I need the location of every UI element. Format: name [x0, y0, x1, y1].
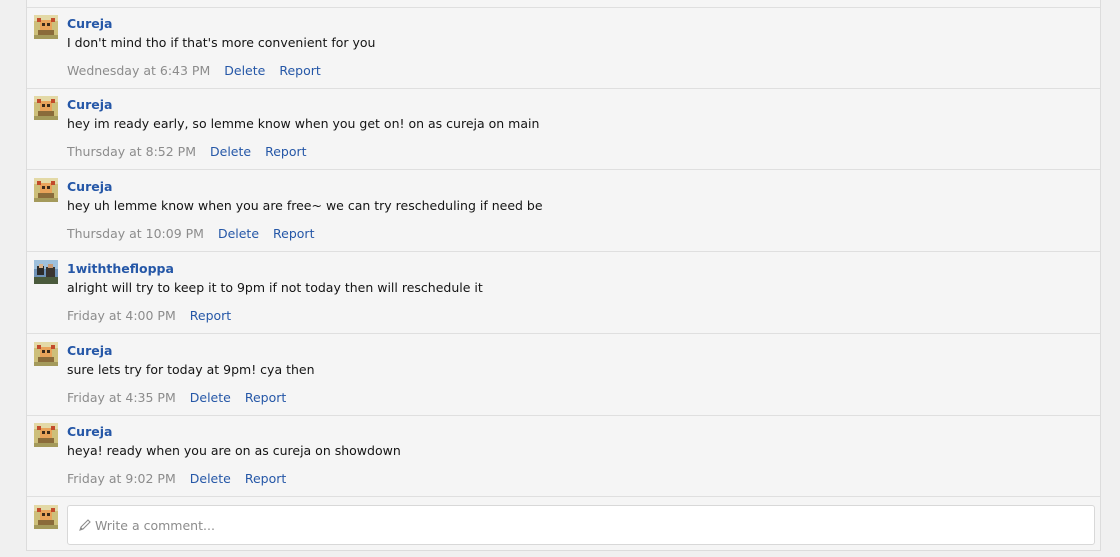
comment-meta: Thursday at 8:52 PM Delete Report	[67, 144, 307, 159]
comment-text: hey im ready early, so lemme know when y…	[67, 116, 540, 131]
photo-avatar-icon[interactable]	[34, 260, 58, 284]
comment-meta: Friday at 9:02 PM Delete Report	[67, 471, 286, 486]
comment-text: hey uh lemme know when you are free~ we …	[67, 198, 543, 213]
report-link[interactable]: Report	[190, 308, 231, 323]
delete-link[interactable]: Delete	[190, 471, 231, 486]
comment-item: Cureja heya! ready when you are on as cur…	[27, 416, 1100, 497]
report-link[interactable]: Report	[279, 63, 320, 78]
report-link[interactable]: Report	[245, 390, 286, 405]
comment-timestamp[interactable]: Wednesday at 6:43 PM	[67, 63, 210, 78]
comment-timestamp[interactable]: Friday at 4:35 PM	[67, 390, 176, 405]
comment-author-link[interactable]: Cureja	[67, 16, 112, 31]
comment-composer: Write a comment...	[27, 498, 1100, 551]
scrollbar-track[interactable]	[1111, 0, 1120, 557]
delete-link[interactable]: Delete	[210, 144, 251, 159]
comment-author-link[interactable]: Cureja	[67, 179, 112, 194]
comment-author-link[interactable]: Cureja	[67, 343, 112, 358]
delete-link[interactable]: Delete	[218, 226, 259, 241]
comment-author-link[interactable]: 1withthefloppa	[67, 261, 174, 276]
comment-item: Cureja hey im ready early, so lemme know …	[27, 89, 1100, 170]
pixel-art-avatar-icon[interactable]	[34, 423, 58, 447]
delete-link[interactable]: Delete	[190, 390, 231, 405]
comment-text: sure lets try for today at 9pm! cya then	[67, 362, 315, 377]
comment-author-link[interactable]: Cureja	[67, 97, 112, 112]
report-link[interactable]: Report	[265, 144, 306, 159]
comment-item: 1withthefloppa alright will try to keep i…	[27, 253, 1100, 334]
comment-input[interactable]: Write a comment...	[67, 505, 1095, 545]
comment-timestamp[interactable]: Friday at 9:02 PM	[67, 471, 176, 486]
comment-item: Cureja sure lets try for today at 9pm! cy…	[27, 335, 1100, 416]
comment-meta: Wednesday at 6:43 PM Delete Report	[67, 63, 321, 78]
comment-placeholder: Write a comment...	[95, 517, 215, 533]
pixel-art-avatar-icon[interactable]	[34, 505, 58, 529]
report-link[interactable]: Report	[245, 471, 286, 486]
comment-item: Cureja hey uh lemme know when you are fre…	[27, 171, 1100, 252]
profile-comments-panel: Cureja I don't mind tho if that's more co…	[26, 0, 1101, 551]
pencil-icon	[78, 518, 92, 532]
comment-author-link[interactable]: Cureja	[67, 424, 112, 439]
delete-link[interactable]: Delete	[224, 63, 265, 78]
comment-meta: Friday at 4:00 PM Report	[67, 308, 231, 323]
comment-meta: Friday at 4:35 PM Delete Report	[67, 390, 286, 405]
pixel-art-avatar-icon[interactable]	[34, 178, 58, 202]
pixel-art-avatar-icon[interactable]	[34, 96, 58, 120]
comment-text: alright will try to keep it to 9pm if no…	[67, 280, 483, 295]
report-link[interactable]: Report	[273, 226, 314, 241]
comment-timestamp[interactable]: Thursday at 8:52 PM	[67, 144, 196, 159]
comment-timestamp[interactable]: Friday at 4:00 PM	[67, 308, 176, 323]
comment-meta: Thursday at 10:09 PM Delete Report	[67, 226, 314, 241]
comment-timestamp[interactable]: Thursday at 10:09 PM	[67, 226, 204, 241]
comment-item: Cureja I don't mind tho if that's more co…	[27, 8, 1100, 89]
comment-text: I don't mind tho if that's more convenie…	[67, 35, 376, 50]
pixel-art-avatar-icon[interactable]	[34, 342, 58, 366]
pixel-art-avatar-icon[interactable]	[34, 15, 58, 39]
comment-text: heya! ready when you are on as cureja on…	[67, 443, 401, 458]
